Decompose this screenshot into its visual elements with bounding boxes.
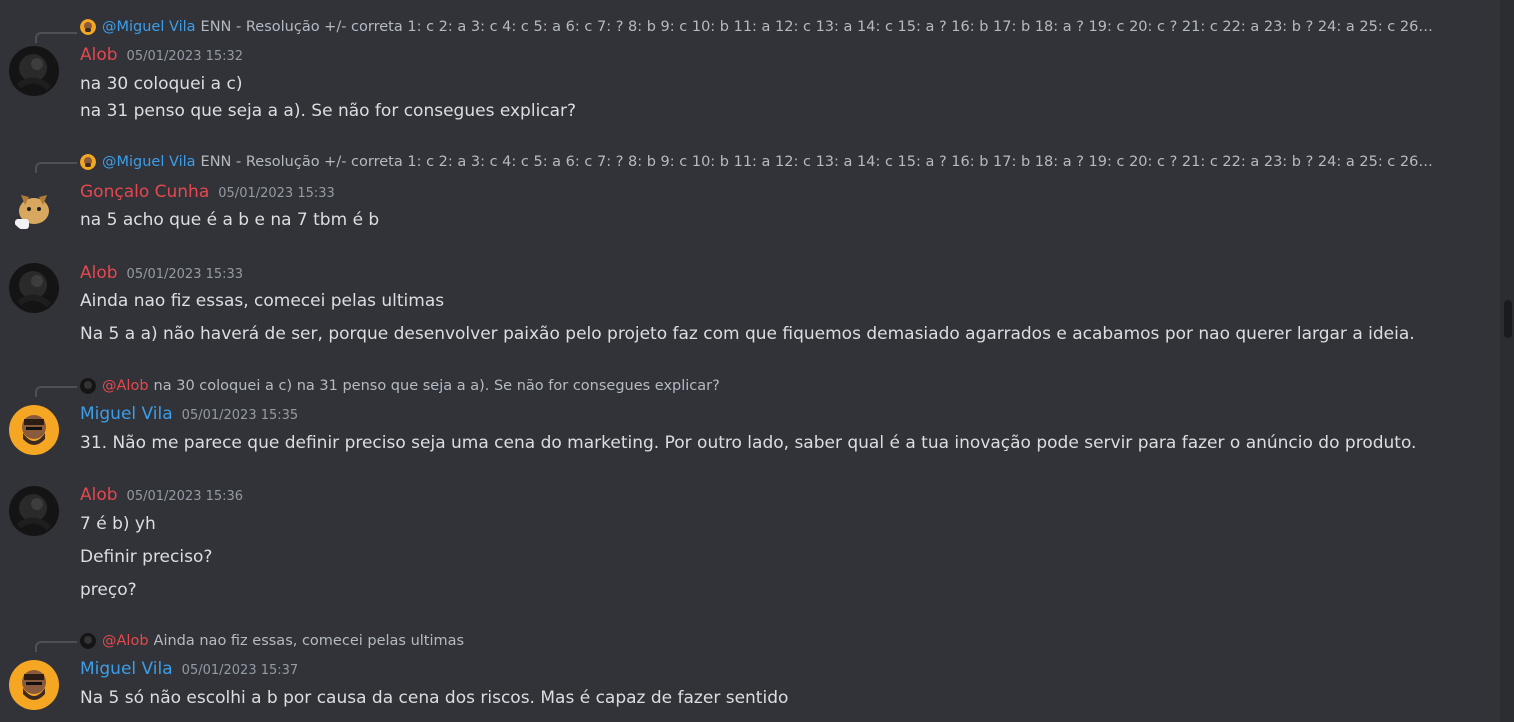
- miguel-mini-avatar-icon: [80, 154, 96, 170]
- alob-avatar[interactable]: [9, 46, 59, 96]
- reply-spine: [35, 162, 77, 173]
- timestamp: 05/01/2023 15:33: [126, 267, 244, 282]
- miguel-avatar[interactable]: [9, 660, 59, 710]
- message-header: Gonçalo Cunha 05/01/2023 15:33: [80, 182, 335, 206]
- message-text: Definir preciso?: [80, 547, 213, 567]
- message-header: Alob 05/01/2023 15:32: [80, 45, 243, 69]
- message-text: Ainda nao fiz essas, comecei pelas ultim…: [80, 291, 445, 311]
- scrollbar-track[interactable]: [1500, 0, 1514, 722]
- message-text: na 31 penso que seja a a). Se não for co…: [80, 101, 577, 121]
- timestamp: 05/01/2023 15:36: [126, 489, 244, 504]
- author-name[interactable]: Miguel Vila: [80, 404, 173, 424]
- miguel-mini-avatar-icon: [80, 19, 96, 35]
- author-name[interactable]: Gonçalo Cunha: [80, 182, 209, 202]
- reply-mention[interactable]: @Alob: [102, 633, 149, 649]
- reply-text[interactable]: Ainda nao fiz essas, comecei pelas ultim…: [154, 633, 465, 649]
- miguel-avatar[interactable]: [9, 405, 59, 455]
- author-name[interactable]: Alob: [80, 45, 118, 65]
- reply-text[interactable]: ENN - Resolução +/- correta 1: c 2: a 3:…: [201, 19, 1435, 35]
- message-text: preço?: [80, 580, 137, 600]
- message-header: Miguel Vila 05/01/2023 15:37: [80, 659, 298, 683]
- reply-text[interactable]: na 30 coloquei a c) na 31 penso que seja…: [154, 378, 720, 394]
- reply-preview[interactable]: @Alob na 30 coloquei a c) na 31 penso qu…: [80, 376, 720, 396]
- message-header: Alob 05/01/2023 15:33: [80, 263, 243, 287]
- reply-spine: [35, 641, 77, 652]
- reply-spine: [35, 32, 77, 43]
- timestamp: 05/01/2023 15:37: [181, 663, 299, 678]
- chat-message-list[interactable]: @Miguel Vila ENN - Resolução +/- correta…: [0, 0, 1514, 722]
- reply-mention[interactable]: @Miguel Vila: [102, 154, 196, 170]
- message-text: 7 é b) yh: [80, 514, 156, 534]
- reply-preview[interactable]: @Miguel Vila ENN - Resolução +/- correta…: [80, 17, 1435, 37]
- author-name[interactable]: Miguel Vila: [80, 659, 173, 679]
- timestamp: 05/01/2023 15:32: [126, 49, 244, 64]
- scrollbar-thumb[interactable]: [1504, 300, 1512, 338]
- author-name[interactable]: Alob: [80, 485, 118, 505]
- reply-preview[interactable]: @Miguel Vila ENN - Resolução +/- correta…: [80, 152, 1435, 172]
- message-header: Miguel Vila 05/01/2023 15:35: [80, 404, 298, 428]
- alob-mini-avatar-icon: [80, 633, 96, 649]
- message-text: na 30 coloquei a c): [80, 74, 243, 94]
- message-header: Alob 05/01/2023 15:36: [80, 485, 243, 509]
- alob-avatar[interactable]: [9, 263, 59, 313]
- reply-spine: [35, 386, 77, 397]
- reply-mention[interactable]: @Alob: [102, 378, 149, 394]
- reply-mention[interactable]: @Miguel Vila: [102, 19, 196, 35]
- author-name[interactable]: Alob: [80, 263, 118, 283]
- goncalo-avatar[interactable]: [9, 183, 59, 233]
- message-text: na 5 acho que é a b e na 7 tbm é b: [80, 210, 380, 230]
- timestamp: 05/01/2023 15:35: [181, 408, 299, 423]
- alob-mini-avatar-icon: [80, 378, 96, 394]
- message-text: Na 5 só não escolhi a b por causa da cen…: [80, 688, 789, 708]
- message-text: Na 5 a a) não haverá de ser, porque dese…: [80, 324, 1415, 344]
- message-text: 31. Não me parece que definir preciso se…: [80, 433, 1417, 453]
- alob-avatar[interactable]: [9, 486, 59, 536]
- reply-text[interactable]: ENN - Resolução +/- correta 1: c 2: a 3:…: [201, 154, 1435, 170]
- reply-preview[interactable]: @Alob Ainda nao fiz essas, comecei pelas…: [80, 631, 464, 651]
- timestamp: 05/01/2023 15:33: [218, 186, 335, 201]
